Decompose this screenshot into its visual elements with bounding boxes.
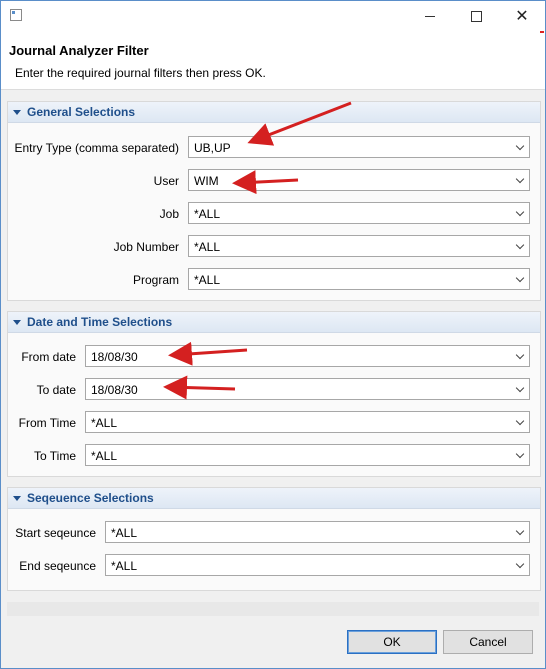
end-sequence-label: End seqeunce — [19, 559, 96, 573]
sequence-header[interactable]: Seqeuence Selections — [8, 488, 540, 509]
job-row: Job *ALL — [1, 202, 545, 226]
chevron-down-icon — [515, 350, 525, 360]
job-number-value: *ALL — [194, 240, 221, 254]
chevron-down-icon — [515, 526, 525, 536]
chevron-down-icon — [515, 174, 525, 184]
chevron-down-icon — [515, 240, 525, 250]
chevron-down-icon — [515, 273, 525, 283]
from-date-label: From date — [21, 350, 76, 364]
collapse-triangle-icon — [13, 495, 21, 501]
section-title: General Selections — [27, 105, 136, 119]
close-button[interactable]: ✕ — [499, 1, 545, 31]
job-number-row: Job Number *ALL — [1, 235, 545, 259]
to-date-label: To date — [36, 383, 76, 397]
to-date-value: 18/08/30 — [91, 383, 138, 397]
chevron-down-icon — [515, 141, 525, 151]
program-value: *ALL — [194, 273, 221, 287]
start-sequence-value: *ALL — [111, 526, 138, 540]
job-label: Job — [159, 207, 179, 221]
to-date-row: To date 18/08/30 — [1, 378, 545, 402]
entry-type-label: Entry Type (comma separated) — [14, 141, 179, 155]
dialog-window: ✕ Journal Analyzer Filter Enter the requ… — [0, 0, 546, 669]
chevron-down-icon — [515, 559, 525, 569]
annotation-mark — [540, 31, 544, 33]
user-row: User WIM — [1, 169, 545, 193]
job-number-label: Job Number — [113, 240, 179, 254]
end-sequence-row: End seqeunce *ALL — [1, 554, 545, 578]
chevron-down-icon — [515, 416, 525, 426]
entry-type-row: Entry Type (comma separated) UB,UP — [1, 136, 545, 160]
dialog-message: Enter the required journal filters then … — [15, 66, 266, 80]
from-date-value: 18/08/30 — [91, 350, 138, 364]
minimize-button[interactable] — [407, 1, 453, 31]
from-date-combo[interactable]: 18/08/30 — [85, 345, 530, 367]
chevron-down-icon — [515, 207, 525, 217]
collapse-triangle-icon — [13, 109, 21, 115]
close-icon: ✕ — [515, 8, 529, 25]
entry-type-value: UB,UP — [194, 141, 231, 155]
dialog-header: Journal Analyzer Filter Enter the requir… — [1, 33, 545, 90]
to-time-label: To Time — [33, 449, 76, 463]
program-label: Program — [132, 273, 179, 287]
user-value: WIM — [194, 174, 219, 188]
start-sequence-label: Start seqeunce — [15, 526, 96, 540]
date-time-header[interactable]: Date and Time Selections — [8, 312, 540, 333]
section-title: Date and Time Selections — [27, 315, 173, 329]
dialog-title: Journal Analyzer Filter — [9, 43, 149, 58]
footer-separator — [7, 602, 539, 616]
entry-type-combo[interactable]: UB,UP — [188, 136, 530, 158]
job-number-combo[interactable]: *ALL — [188, 235, 530, 257]
to-time-value: *ALL — [91, 449, 118, 463]
program-combo[interactable]: *ALL — [188, 268, 530, 290]
collapse-triangle-icon — [13, 319, 21, 325]
to-date-combo[interactable]: 18/08/30 — [85, 378, 530, 400]
user-combo[interactable]: WIM — [188, 169, 530, 191]
title-bar: ✕ — [1, 1, 545, 33]
from-time-label: From Time — [18, 416, 76, 430]
from-time-row: From Time *ALL — [1, 411, 545, 435]
end-sequence-value: *ALL — [111, 559, 138, 573]
user-label: User — [153, 174, 179, 188]
app-window-icon — [10, 9, 22, 21]
minimize-icon — [425, 15, 435, 17]
chevron-down-icon — [515, 383, 525, 393]
general-selections-header[interactable]: General Selections — [8, 102, 540, 123]
from-time-combo[interactable]: *ALL — [85, 411, 530, 433]
ok-button[interactable]: OK — [347, 630, 437, 654]
job-value: *ALL — [194, 207, 221, 221]
from-date-row: From date 18/08/30 — [1, 345, 545, 369]
from-time-value: *ALL — [91, 416, 118, 430]
chevron-down-icon — [515, 449, 525, 459]
program-row: Program *ALL — [1, 268, 545, 292]
maximize-button[interactable] — [453, 1, 499, 31]
cancel-button[interactable]: Cancel — [443, 630, 533, 654]
start-sequence-combo[interactable]: *ALL — [105, 521, 530, 543]
to-time-combo[interactable]: *ALL — [85, 444, 530, 466]
to-time-row: To Time *ALL — [1, 444, 545, 468]
start-sequence-row: Start seqeunce *ALL — [1, 521, 545, 545]
end-sequence-combo[interactable]: *ALL — [105, 554, 530, 576]
section-title: Seqeuence Selections — [27, 491, 154, 505]
maximize-icon — [470, 10, 482, 22]
job-combo[interactable]: *ALL — [188, 202, 530, 224]
